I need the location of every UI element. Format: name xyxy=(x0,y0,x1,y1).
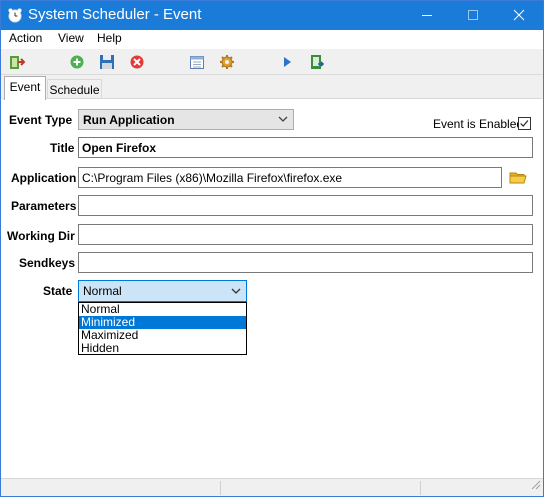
menu-action[interactable]: Action xyxy=(9,31,42,45)
tab-strip: Event Schedule xyxy=(1,75,543,100)
menu-help[interactable]: Help xyxy=(97,31,122,45)
parameters-field[interactable] xyxy=(78,195,533,216)
add-icon xyxy=(67,55,87,76)
event-type-select[interactable]: Run Application xyxy=(78,109,294,130)
title-field[interactable]: Open Firefox xyxy=(78,137,533,158)
event-enabled-checkbox[interactable] xyxy=(518,117,531,130)
tab-schedule[interactable]: Schedule xyxy=(47,79,102,99)
event-enabled-label: Event is Enabled xyxy=(433,117,524,131)
alarm-clock-icon xyxy=(7,7,23,23)
state-label: State xyxy=(43,284,73,298)
log-button[interactable] xyxy=(307,52,327,72)
menu-bar: Action View Help xyxy=(1,30,543,49)
delete-icon xyxy=(127,55,147,76)
state-dropdown-list: Normal Minimized Maximized Hidden xyxy=(78,302,247,355)
state-option-hidden[interactable]: Hidden xyxy=(79,342,246,355)
add-event-button[interactable] xyxy=(67,52,87,72)
application-label: Application xyxy=(11,171,77,185)
state-value: Normal xyxy=(83,284,122,298)
sendkeys-label: Sendkeys xyxy=(19,256,76,270)
parameters-label: Parameters xyxy=(11,199,77,213)
window-title: System Scheduler - Event xyxy=(28,6,202,23)
title-label: Title xyxy=(50,141,75,155)
delete-button[interactable] xyxy=(127,52,147,72)
event-type-label: Event Type xyxy=(9,113,73,127)
calendar-button[interactable] xyxy=(187,52,207,72)
run-button[interactable] xyxy=(277,52,297,72)
toolbar xyxy=(1,49,543,75)
event-type-value: Run Application xyxy=(83,113,175,127)
chevron-down-icon xyxy=(230,285,242,297)
log-icon xyxy=(307,55,327,76)
settings-icon xyxy=(217,55,237,76)
run-icon xyxy=(277,57,297,76)
status-divider xyxy=(220,481,221,495)
exit-icon xyxy=(7,56,27,76)
application-field[interactable]: C:\Program Files (x86)\Mozilla Firefox\f… xyxy=(78,167,502,188)
status-divider xyxy=(420,481,421,495)
minimize-button[interactable] xyxy=(404,1,450,30)
working-dir-label: Working Dir xyxy=(7,229,75,243)
status-bar xyxy=(1,478,543,496)
calendar-icon xyxy=(187,56,207,76)
menu-view[interactable]: View xyxy=(58,31,84,45)
tab-event[interactable]: Event xyxy=(4,76,46,100)
maximize-button[interactable] xyxy=(450,1,496,30)
working-dir-field[interactable] xyxy=(78,224,533,245)
sendkeys-field[interactable] xyxy=(78,252,533,273)
close-button[interactable] xyxy=(496,1,542,30)
browse-button[interactable] xyxy=(508,168,528,186)
state-select[interactable]: Normal xyxy=(78,280,247,302)
chevron-down-icon xyxy=(277,113,289,125)
settings-button[interactable] xyxy=(217,52,237,72)
title-bar[interactable]: System Scheduler - Event xyxy=(1,1,543,30)
save-button[interactable] xyxy=(97,52,117,72)
folder-icon xyxy=(508,172,528,190)
main-window: System Scheduler - Event Action View Hel… xyxy=(0,0,544,497)
save-icon xyxy=(97,55,117,76)
exit-button[interactable] xyxy=(7,52,27,72)
resize-grip-icon[interactable] xyxy=(529,477,541,495)
